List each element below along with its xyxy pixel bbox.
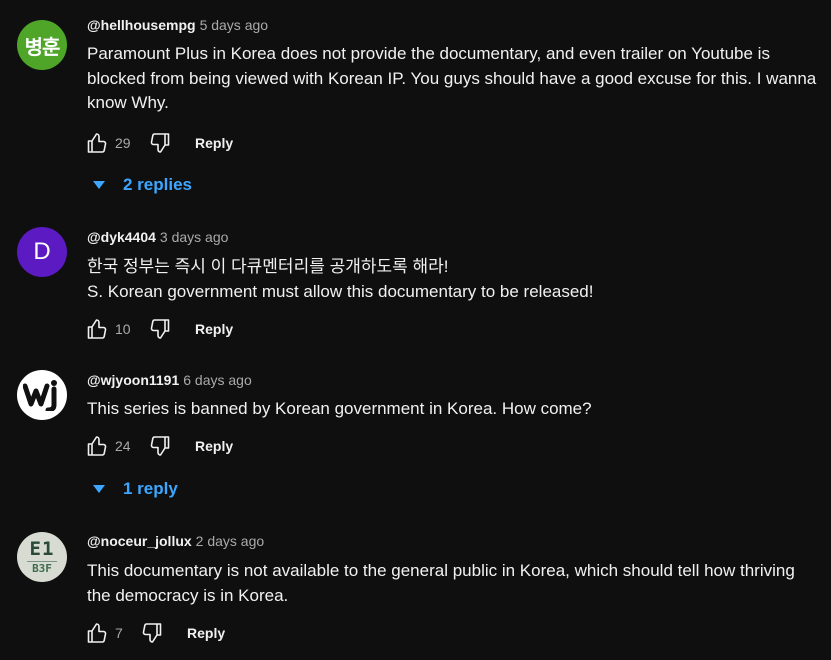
caret-down-icon [92, 178, 106, 192]
comment-text: This series is banned by Korean governme… [87, 397, 817, 422]
comment-line: This documentary is not available to the… [87, 561, 795, 605]
thumbs-up-icon[interactable] [82, 431, 112, 461]
avatar-initials: 병훈 [24, 34, 61, 59]
reply-button[interactable]: Reply [195, 438, 233, 454]
comment-text: 한국 정부는 즉시 이 다큐멘터리를 공개하도록 해라! S. Korean g… [87, 255, 817, 304]
thumbs-down-icon[interactable] [137, 618, 167, 648]
thumbs-down-icon[interactable] [145, 128, 175, 158]
avatar-text-bottom: B3F [32, 562, 52, 575]
comment-actions: 29 Reply [82, 128, 233, 158]
thumbs-up-icon[interactable] [82, 618, 112, 648]
avatar[interactable]: 병훈 [17, 20, 67, 70]
reply-button[interactable]: Reply [195, 321, 233, 337]
wj-logo-icon [23, 380, 57, 411]
thumbs-up-icon[interactable] [82, 128, 112, 158]
author-handle[interactable]: @noceur_jollux [87, 533, 192, 549]
comment-actions: 7 Reply [82, 618, 225, 648]
avatar[interactable] [17, 370, 67, 420]
comment-line: 한국 정부는 즉시 이 다큐멘터리를 공개하도록 해라! [87, 257, 449, 276]
comment-timestamp[interactable]: 6 days ago [183, 372, 252, 388]
caret-down-icon [92, 482, 106, 496]
avatar[interactable]: D [17, 227, 67, 277]
comment-timestamp[interactable]: 2 days ago [196, 533, 265, 549]
avatar-initials: D [33, 238, 51, 265]
comment-header: @dyk4404 3 days ago [87, 227, 228, 247]
avatar[interactable]: E1 B3F [17, 532, 67, 582]
like-count: 7 [115, 625, 123, 641]
replies-count-label: 1 reply [123, 479, 178, 498]
view-replies-button[interactable]: 1 reply [92, 475, 178, 503]
thumbs-down-icon[interactable] [145, 314, 175, 344]
comment-text: Paramount Plus in Korea does not provide… [87, 42, 817, 116]
comment-header: @hellhousempg 5 days ago [87, 15, 268, 35]
like-count: 29 [115, 135, 131, 151]
thumbs-down-icon[interactable] [145, 431, 175, 461]
comment-line: S. Korean government must allow this doc… [87, 281, 594, 301]
comment-line: This series is banned by Korean governme… [87, 399, 592, 418]
thumbs-up-icon[interactable] [82, 314, 112, 344]
comment-timestamp[interactable]: 3 days ago [160, 229, 229, 245]
comment-text: This documentary is not available to the… [87, 559, 817, 608]
author-handle[interactable]: @hellhousempg [87, 17, 196, 33]
like-count: 10 [115, 321, 131, 337]
view-replies-button[interactable]: 2 replies [92, 171, 192, 199]
comment-actions: 10 Reply [82, 314, 233, 344]
avatar-text-top: E1 [29, 538, 55, 560]
reply-button[interactable]: Reply [195, 135, 233, 151]
replies-count-label: 2 replies [123, 175, 192, 194]
comment-actions: 24 Reply [82, 431, 233, 461]
reply-button[interactable]: Reply [187, 625, 225, 641]
comment-timestamp[interactable]: 5 days ago [200, 17, 269, 33]
author-handle[interactable]: @wjyoon1191 [87, 372, 179, 388]
author-handle[interactable]: @dyk4404 [87, 229, 156, 245]
comment-header: @noceur_jollux 2 days ago [87, 531, 264, 551]
comment-header: @wjyoon1191 6 days ago [87, 370, 252, 390]
comment-line: Paramount Plus in Korea does not provide… [87, 44, 817, 112]
like-count: 24 [115, 438, 131, 454]
